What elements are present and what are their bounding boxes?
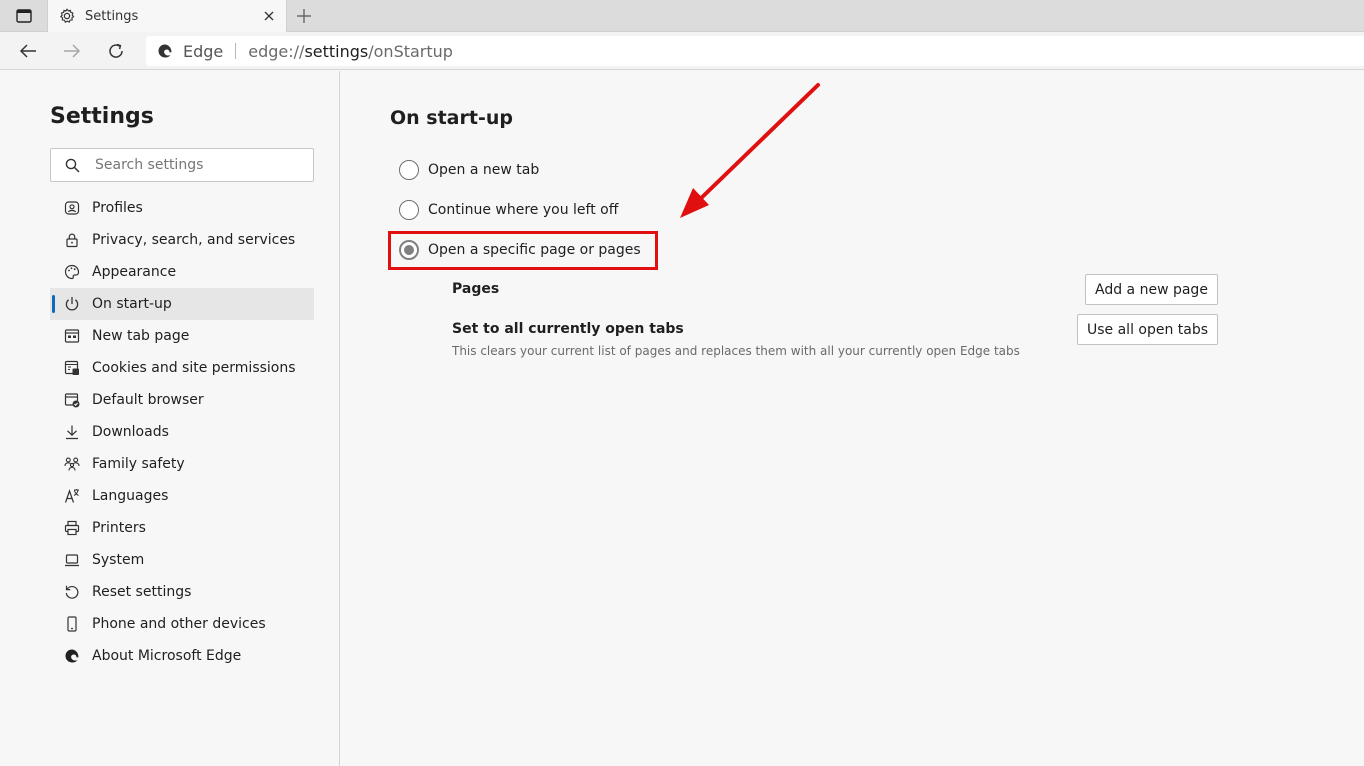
sidebar-item-label: Downloads xyxy=(92,424,169,440)
sidebar-item-on-start-up[interactable]: On start-up xyxy=(50,288,314,320)
sidebar-item-label: Phone and other devices xyxy=(92,616,266,632)
set-open-tabs-description: This clears your current list of pages a… xyxy=(452,344,1020,358)
option-label: Open a new tab xyxy=(428,162,540,178)
url-path: /onStartup xyxy=(368,41,453,61)
set-open-tabs-title: Set to all currently open tabs xyxy=(452,321,684,337)
sidebar-item-label: Printers xyxy=(92,520,146,536)
browser-toolbar: Edge edge://settings/onStartup xyxy=(0,32,1364,70)
url-scheme: edge:// xyxy=(248,41,305,61)
languages-icon xyxy=(63,487,81,505)
gear-icon xyxy=(59,7,77,25)
reset-icon xyxy=(63,583,81,601)
page-title: On start-up xyxy=(390,107,513,129)
phone-icon xyxy=(63,615,81,633)
forward-arrow-icon xyxy=(64,44,81,58)
option-open-new-tab[interactable]: Open a new tab xyxy=(399,158,539,182)
sidebar-item-label: Privacy, search, and services xyxy=(92,232,296,248)
pages-label: Pages xyxy=(452,281,500,297)
sidebar-item-default-browser[interactable]: Default browser xyxy=(50,384,314,416)
cookies-icon xyxy=(63,359,81,377)
address-separator xyxy=(235,43,237,59)
sidebar-item-label: Cookies and site permissions xyxy=(92,360,296,376)
forward-button[interactable] xyxy=(57,37,87,65)
family-icon xyxy=(63,455,81,473)
settings-main: On start-up Open a new tab Continue wher… xyxy=(341,71,1364,766)
sidebar-item-label: System xyxy=(92,552,145,568)
back-button[interactable] xyxy=(13,37,43,65)
plus-icon xyxy=(297,9,311,23)
power-icon xyxy=(63,295,81,313)
search-input[interactable] xyxy=(95,157,295,173)
default-browser-icon xyxy=(63,391,81,409)
lock-icon xyxy=(63,231,81,249)
printer-icon xyxy=(63,519,81,537)
sidebar-item-label: Profiles xyxy=(92,200,143,216)
search-box[interactable] xyxy=(50,148,314,182)
close-tab-button[interactable] xyxy=(258,5,280,27)
settings-sidebar: Settings Profiles Privacy, search, and s… xyxy=(0,71,340,766)
sidebar-item-languages[interactable]: Languages xyxy=(50,480,314,512)
tab-settings[interactable]: Settings xyxy=(47,0,287,32)
sidebar-item-label: Reset settings xyxy=(92,584,192,600)
sidebar-nav: Profiles Privacy, search, and services A… xyxy=(50,192,314,672)
profiles-icon xyxy=(63,199,81,217)
new-tab-page-icon xyxy=(63,327,81,345)
url-host: settings xyxy=(304,41,369,61)
sidebar-item-printers[interactable]: Printers xyxy=(50,512,314,544)
sidebar-item-about-edge[interactable]: About Microsoft Edge xyxy=(50,640,314,672)
window-icon xyxy=(16,9,32,23)
sidebar-item-privacy[interactable]: Privacy, search, and services xyxy=(50,224,314,256)
back-arrow-icon xyxy=(19,44,36,58)
tab-strip: Settings xyxy=(0,0,1364,32)
site-name: Edge xyxy=(183,41,224,61)
add-new-page-button[interactable]: Add a new page xyxy=(1085,274,1218,305)
sidebar-item-phone-devices[interactable]: Phone and other devices xyxy=(50,608,314,640)
sidebar-item-cookies[interactable]: Cookies and site permissions xyxy=(50,352,314,384)
tab-title: Settings xyxy=(85,8,139,24)
tab-actions-button[interactable] xyxy=(10,6,38,26)
sidebar-item-system[interactable]: System xyxy=(50,544,314,576)
sidebar-item-reset-settings[interactable]: Reset settings xyxy=(50,576,314,608)
sidebar-item-label: Default browser xyxy=(92,392,204,408)
refresh-icon xyxy=(109,43,123,58)
edge-logo-icon xyxy=(63,647,81,665)
sidebar-item-profiles[interactable]: Profiles xyxy=(50,192,314,224)
download-icon xyxy=(63,423,81,441)
close-icon xyxy=(264,11,274,21)
sidebar-item-family-safety[interactable]: Family safety xyxy=(50,448,314,480)
use-all-open-tabs-button[interactable]: Use all open tabs xyxy=(1077,314,1219,345)
sidebar-item-downloads[interactable]: Downloads xyxy=(50,416,314,448)
laptop-icon xyxy=(63,551,81,569)
sidebar-item-label: New tab page xyxy=(92,328,190,344)
option-label: Continue where you left off xyxy=(428,202,619,218)
sidebar-item-label: About Microsoft Edge xyxy=(92,648,242,664)
option-continue-where-left[interactable]: Continue where you left off xyxy=(399,198,618,222)
radio-open-new-tab[interactable] xyxy=(399,160,419,180)
sidebar-item-new-tab-page[interactable]: New tab page xyxy=(50,320,314,352)
address-bar[interactable]: Edge edge://settings/onStartup xyxy=(146,36,1364,66)
sidebar-item-appearance[interactable]: Appearance xyxy=(50,256,314,288)
radio-continue-where-left[interactable] xyxy=(399,200,419,220)
refresh-button[interactable] xyxy=(101,37,131,65)
search-icon xyxy=(65,157,81,173)
sidebar-item-label: On start-up xyxy=(92,296,172,312)
annotation-highlight-box xyxy=(388,231,658,270)
sidebar-item-label: Appearance xyxy=(92,264,177,280)
palette-icon xyxy=(63,263,81,281)
sidebar-item-label: Languages xyxy=(92,488,169,504)
new-tab-button[interactable] xyxy=(292,4,316,28)
sidebar-title: Settings xyxy=(50,104,154,129)
edge-logo-icon xyxy=(157,42,175,60)
sidebar-item-label: Family safety xyxy=(92,456,185,472)
